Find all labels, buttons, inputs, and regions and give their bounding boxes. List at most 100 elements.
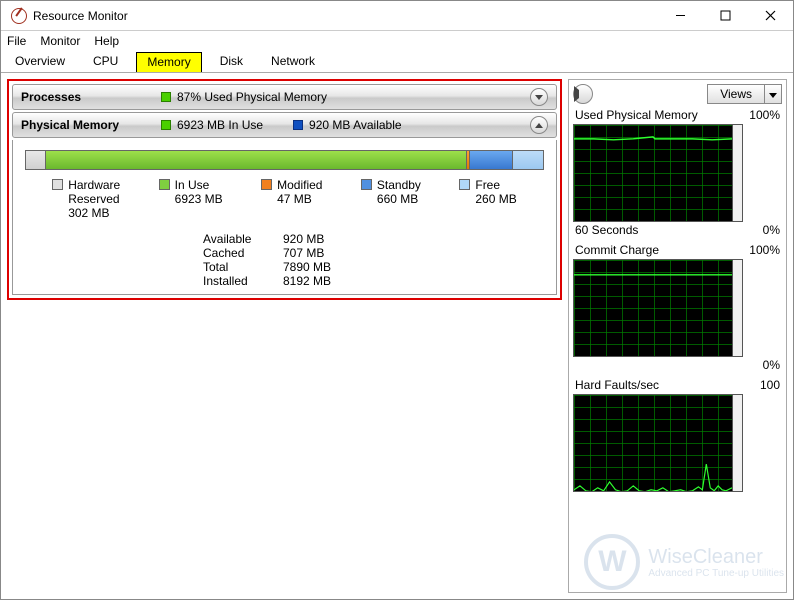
physical-memory-label: Physical Memory: [21, 118, 161, 132]
graph-min: 0%: [763, 358, 780, 372]
left-pane: Processes 87% Used Physical Memory Physi…: [7, 79, 562, 593]
processes-usage: 87% Used Physical Memory: [161, 90, 327, 104]
legend-modified: Modified 47 MB: [261, 178, 322, 220]
segment-in-use: [46, 151, 467, 169]
graph-title: Used Physical Memory: [575, 108, 749, 122]
total-value: 707 MB: [283, 246, 353, 260]
maximize-button[interactable]: [703, 1, 748, 31]
graph-max: 100%: [749, 243, 780, 257]
legend-value: 302 MB: [68, 206, 109, 220]
graph-max: 100: [760, 378, 780, 392]
tab-overview[interactable]: Overview: [5, 52, 75, 71]
processes-label: Processes: [21, 90, 161, 104]
window-title: Resource Monitor: [33, 9, 658, 23]
graph-commit-charge: Commit Charge100% 0%: [573, 243, 782, 372]
tab-disk[interactable]: Disk: [210, 52, 253, 71]
total-key: Cached: [203, 246, 283, 260]
views-control: Views: [707, 84, 782, 104]
usage-color-icon: [161, 92, 171, 102]
processes-header[interactable]: Processes 87% Used Physical Memory: [12, 84, 557, 110]
total-value: 7890 MB: [283, 260, 353, 274]
tab-cpu[interactable]: CPU: [83, 52, 128, 71]
square-icon: [52, 179, 63, 190]
triangle-down-icon: [769, 93, 777, 98]
square-icon: [159, 179, 170, 190]
graph-scale-bar: [733, 259, 743, 357]
total-value: 920 MB: [283, 232, 353, 246]
square-icon: [261, 179, 272, 190]
menu-file[interactable]: File: [7, 34, 26, 48]
graph-max: 100%: [749, 108, 780, 122]
graph-canvas: [573, 259, 733, 357]
in-use-text: 6923 MB In Use: [177, 118, 263, 132]
legend-name: Free: [475, 178, 500, 192]
available-text: 920 MB Available: [309, 118, 402, 132]
chevron-right-icon: [574, 86, 592, 102]
legend-value: 260 MB: [475, 192, 516, 206]
graph-canvas: [573, 124, 733, 222]
graph-min: 0%: [763, 223, 780, 237]
graph-used-physical-memory: Used Physical Memory100% 60 Seconds0%: [573, 108, 782, 237]
app-icon: [11, 8, 27, 24]
total-value: 8192 MB: [283, 274, 353, 288]
collapse-pane-button[interactable]: [573, 84, 593, 104]
legend-name: Hardware: [68, 178, 120, 192]
available-color-icon: [293, 120, 303, 130]
memory-legend: Hardware Reserved 302 MB In Use 6923 MB: [23, 178, 546, 220]
app-window: Resource Monitor File Monitor Help Overv…: [0, 0, 794, 600]
in-use-info: 6923 MB In Use: [161, 118, 263, 132]
views-dropdown-button[interactable]: [765, 84, 782, 104]
total-key: Installed: [203, 274, 283, 288]
close-button[interactable]: [748, 1, 793, 31]
right-pane: Views Used Physical Memory100% 60 Second…: [568, 79, 787, 593]
graph-title: Hard Faults/sec: [575, 378, 760, 392]
graph-canvas: [573, 394, 733, 492]
legend-name: Standby: [377, 178, 421, 192]
square-icon: [459, 179, 470, 190]
menu-monitor[interactable]: Monitor: [40, 34, 80, 48]
legend-value: 6923 MB: [175, 192, 223, 206]
legend-name: Modified: [277, 178, 322, 192]
processes-usage-text: 87% Used Physical Memory: [177, 90, 327, 104]
total-key: Total: [203, 260, 283, 274]
legend-hardware-reserved: Hardware Reserved 302 MB: [52, 178, 120, 220]
expand-processes-button[interactable]: [530, 88, 548, 106]
highlight-box: Processes 87% Used Physical Memory Physi…: [7, 79, 562, 300]
legend-name2: Reserved: [68, 192, 119, 206]
content-area: Processes 87% Used Physical Memory Physi…: [1, 73, 793, 599]
legend-name: In Use: [175, 178, 210, 192]
legend-free: Free 260 MB: [459, 178, 516, 220]
memory-bar: [25, 150, 544, 170]
window-controls: [658, 1, 793, 31]
graph-hard-faults: Hard Faults/sec100: [573, 378, 782, 492]
views-button[interactable]: Views: [707, 84, 765, 104]
legend-in-use: In Use 6923 MB: [159, 178, 223, 220]
in-use-color-icon: [161, 120, 171, 130]
memory-totals: Available920 MB Cached707 MB Total7890 M…: [203, 232, 546, 288]
graph-scale-bar: [733, 394, 743, 492]
legend-value: 660 MB: [377, 192, 418, 206]
available-info: 920 MB Available: [293, 118, 402, 132]
square-icon: [361, 179, 372, 190]
physical-memory-body: Hardware Reserved 302 MB In Use 6923 MB: [12, 140, 557, 295]
titlebar: Resource Monitor: [1, 1, 793, 31]
menu-help[interactable]: Help: [94, 34, 119, 48]
menubar: File Monitor Help: [1, 31, 793, 51]
minimize-button[interactable]: [658, 1, 703, 31]
chevron-up-icon: [535, 123, 543, 128]
physical-memory-header[interactable]: Physical Memory 6923 MB In Use 920 MB Av…: [12, 112, 557, 138]
tab-memory[interactable]: Memory: [136, 52, 201, 72]
segment-standby: [470, 151, 513, 169]
legend-standby: Standby 660 MB: [361, 178, 421, 220]
graph-xlabel: 60 Seconds: [575, 223, 763, 237]
legend-value: 47 MB: [277, 192, 312, 206]
segment-hardware-reserved: [26, 151, 46, 169]
collapse-physical-button[interactable]: [530, 116, 548, 134]
tab-network[interactable]: Network: [261, 52, 325, 71]
segment-free: [513, 151, 543, 169]
graph-scale-bar: [733, 124, 743, 222]
right-toolbar: Views: [573, 84, 782, 104]
graph-title: Commit Charge: [575, 243, 749, 257]
tabbar: Overview CPU Memory Disk Network: [1, 51, 793, 73]
chevron-down-icon: [535, 95, 543, 100]
